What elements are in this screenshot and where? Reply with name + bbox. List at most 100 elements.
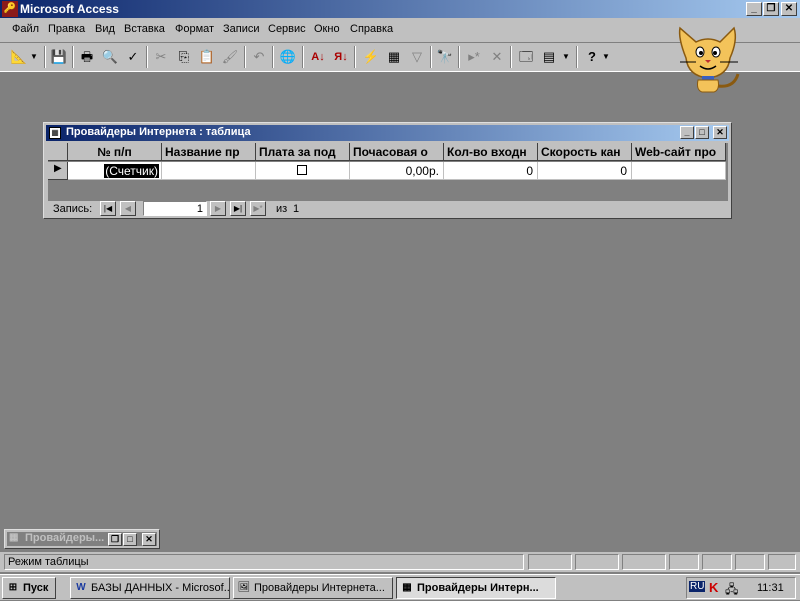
column-header-name[interactable]: Название пр	[162, 143, 256, 161]
sort-descending-icon[interactable]: Я↓	[330, 46, 352, 68]
taskbar-item-word[interactable]: W БАЗЫ ДАННЫХ - Microsof...	[70, 577, 230, 599]
undo-icon[interactable]: ↶	[248, 46, 270, 68]
table-window: ▦ Провайдеры Интернета : таблица _ □ ✕ №…	[43, 122, 732, 219]
clock: 11:31	[757, 582, 784, 594]
status-panel	[669, 554, 699, 570]
menu-edit[interactable]: Правка	[48, 23, 85, 35]
copy-icon[interactable]: ⎘	[173, 46, 195, 68]
prev-record-button[interactable]: ◀	[120, 201, 136, 216]
start-button[interactable]: ⊞ Пуск	[2, 577, 56, 599]
current-record-arrow-icon: ▶	[54, 163, 62, 174]
help-dropdown-icon[interactable]: ▼	[600, 46, 612, 68]
menu-records[interactable]: Записи	[223, 23, 260, 35]
fee-checkbox[interactable]	[297, 165, 307, 175]
column-header-lines[interactable]: Кол-во входн	[444, 143, 538, 161]
print-icon[interactable]: 🖶	[76, 46, 98, 68]
apply-filter-icon[interactable]: ▽	[406, 46, 428, 68]
record-label: Запись:	[53, 203, 93, 215]
column-header-hourly[interactable]: Почасовая о	[350, 143, 444, 161]
cell-name[interactable]	[162, 162, 256, 180]
minimized-table-icon: ▦	[9, 532, 19, 543]
cut-icon[interactable]: ✂	[150, 46, 172, 68]
new-record-icon[interactable]: ▸*	[463, 46, 485, 68]
column-header-fee[interactable]: Плата за под	[256, 143, 350, 161]
menu-file[interactable]: Файл	[12, 23, 39, 35]
record-number-input[interactable]	[143, 201, 207, 216]
minwin-maximize-button[interactable]: □	[123, 533, 137, 546]
last-record-button[interactable]: ▶|	[230, 201, 246, 216]
menu-window[interactable]: Окно	[314, 23, 340, 35]
minimized-window[interactable]: ▦ Провайдеры... ❐ □ ✕	[4, 529, 160, 549]
paste-icon[interactable]: 📋	[196, 46, 218, 68]
menu-insert[interactable]: Вставка	[124, 23, 165, 35]
status-panel	[528, 554, 572, 570]
delete-record-icon[interactable]: ✕	[486, 46, 508, 68]
print-preview-icon[interactable]: 🔍	[99, 46, 121, 68]
table-maximize-button[interactable]: □	[695, 126, 709, 139]
status-panel	[622, 554, 666, 570]
sort-ascending-icon[interactable]: A↓	[307, 46, 329, 68]
cell-counter[interactable]: (Счетчик)	[68, 162, 162, 180]
record-selector[interactable]: ▶	[48, 162, 68, 180]
datasheet-grid: № п/п Название пр Плата за под Почасовая…	[48, 143, 728, 201]
minwin-close-button[interactable]: ✕	[142, 533, 156, 546]
cell-hourly[interactable]: 0,00р.	[350, 162, 444, 180]
separator	[146, 46, 148, 68]
of-label: из	[276, 203, 288, 215]
taskbar-item-providers-1[interactable]: 🖼 Провайдеры Интернета...	[233, 577, 393, 599]
new-record-nav-button[interactable]: ▶*	[250, 201, 266, 216]
table-close-button[interactable]: ✕	[713, 126, 727, 139]
separator	[430, 46, 432, 68]
first-record-button[interactable]: |◀	[100, 201, 116, 216]
taskbar-item-label: Провайдеры Интернета...	[254, 582, 385, 594]
format-painter-icon[interactable]: 🖌	[219, 46, 241, 68]
filter-by-selection-icon[interactable]: ⚡	[360, 46, 382, 68]
counter-value: (Счетчик)	[104, 164, 159, 178]
menu-view[interactable]: Вид	[95, 23, 115, 35]
access-key-icon: 🔑	[2, 1, 18, 17]
status-panel	[575, 554, 619, 570]
cell-lines[interactable]: 0	[444, 162, 538, 180]
separator	[44, 46, 46, 68]
office-assistant-cat-icon[interactable]	[668, 18, 748, 93]
taskbar-item-providers-2[interactable]: ▦ Провайдеры Интерн...	[396, 577, 556, 599]
hyperlink-icon[interactable]: 🌐	[277, 46, 299, 68]
menu-tools[interactable]: Сервис	[268, 23, 306, 35]
start-label: Пуск	[23, 582, 49, 594]
filter-by-form-icon[interactable]: ▦	[383, 46, 405, 68]
view-dropdown-icon[interactable]: ▼	[28, 46, 40, 68]
save-icon[interactable]: 💾	[48, 46, 70, 68]
new-object-dropdown-icon[interactable]: ▼	[560, 46, 572, 68]
status-panel	[702, 554, 732, 570]
separator	[72, 46, 74, 68]
minimize-button[interactable]: _	[746, 2, 762, 16]
column-header-website[interactable]: Web-сайт про	[632, 143, 726, 161]
spelling-icon[interactable]: ✓	[122, 46, 144, 68]
cell-speed[interactable]: 0	[538, 162, 632, 180]
new-object-icon[interactable]: ▤	[538, 46, 560, 68]
app-title: Microsoft Access	[20, 2, 119, 16]
antivirus-icon[interactable]: K	[709, 580, 718, 595]
view-icon[interactable]: 📐	[8, 46, 30, 68]
restore-button[interactable]: ❐	[763, 2, 779, 16]
close-button[interactable]: ✕	[781, 2, 797, 16]
taskbar-item-label: БАЗЫ ДАННЫХ - Microsof...	[91, 582, 230, 594]
table-minimize-button[interactable]: _	[680, 126, 694, 139]
network-icon[interactable]: 🖧	[725, 580, 738, 601]
find-icon[interactable]: 🔭	[434, 46, 456, 68]
database-window-icon[interactable]: 🗔	[515, 46, 537, 68]
select-all-corner[interactable]	[48, 143, 68, 161]
separator	[510, 46, 512, 68]
language-indicator[interactable]: RU	[689, 581, 706, 592]
minwin-restore-button[interactable]: ❐	[108, 533, 122, 546]
cell-website[interactable]	[632, 162, 726, 180]
column-header-speed[interactable]: Скорость кан	[538, 143, 632, 161]
cell-fee[interactable]	[256, 162, 350, 180]
system-tray: RU K 🖧 11:31	[686, 577, 796, 599]
picture-icon: 🖼	[237, 582, 251, 593]
menu-format[interactable]: Формат	[175, 23, 214, 35]
menu-help[interactable]: Справка	[350, 23, 393, 35]
record-navigation-bar: Запись: |◀ ◀ ▶ ▶| ▶* из 1	[48, 201, 728, 217]
column-header-number[interactable]: № п/п	[68, 143, 162, 161]
next-record-button[interactable]: ▶	[210, 201, 226, 216]
